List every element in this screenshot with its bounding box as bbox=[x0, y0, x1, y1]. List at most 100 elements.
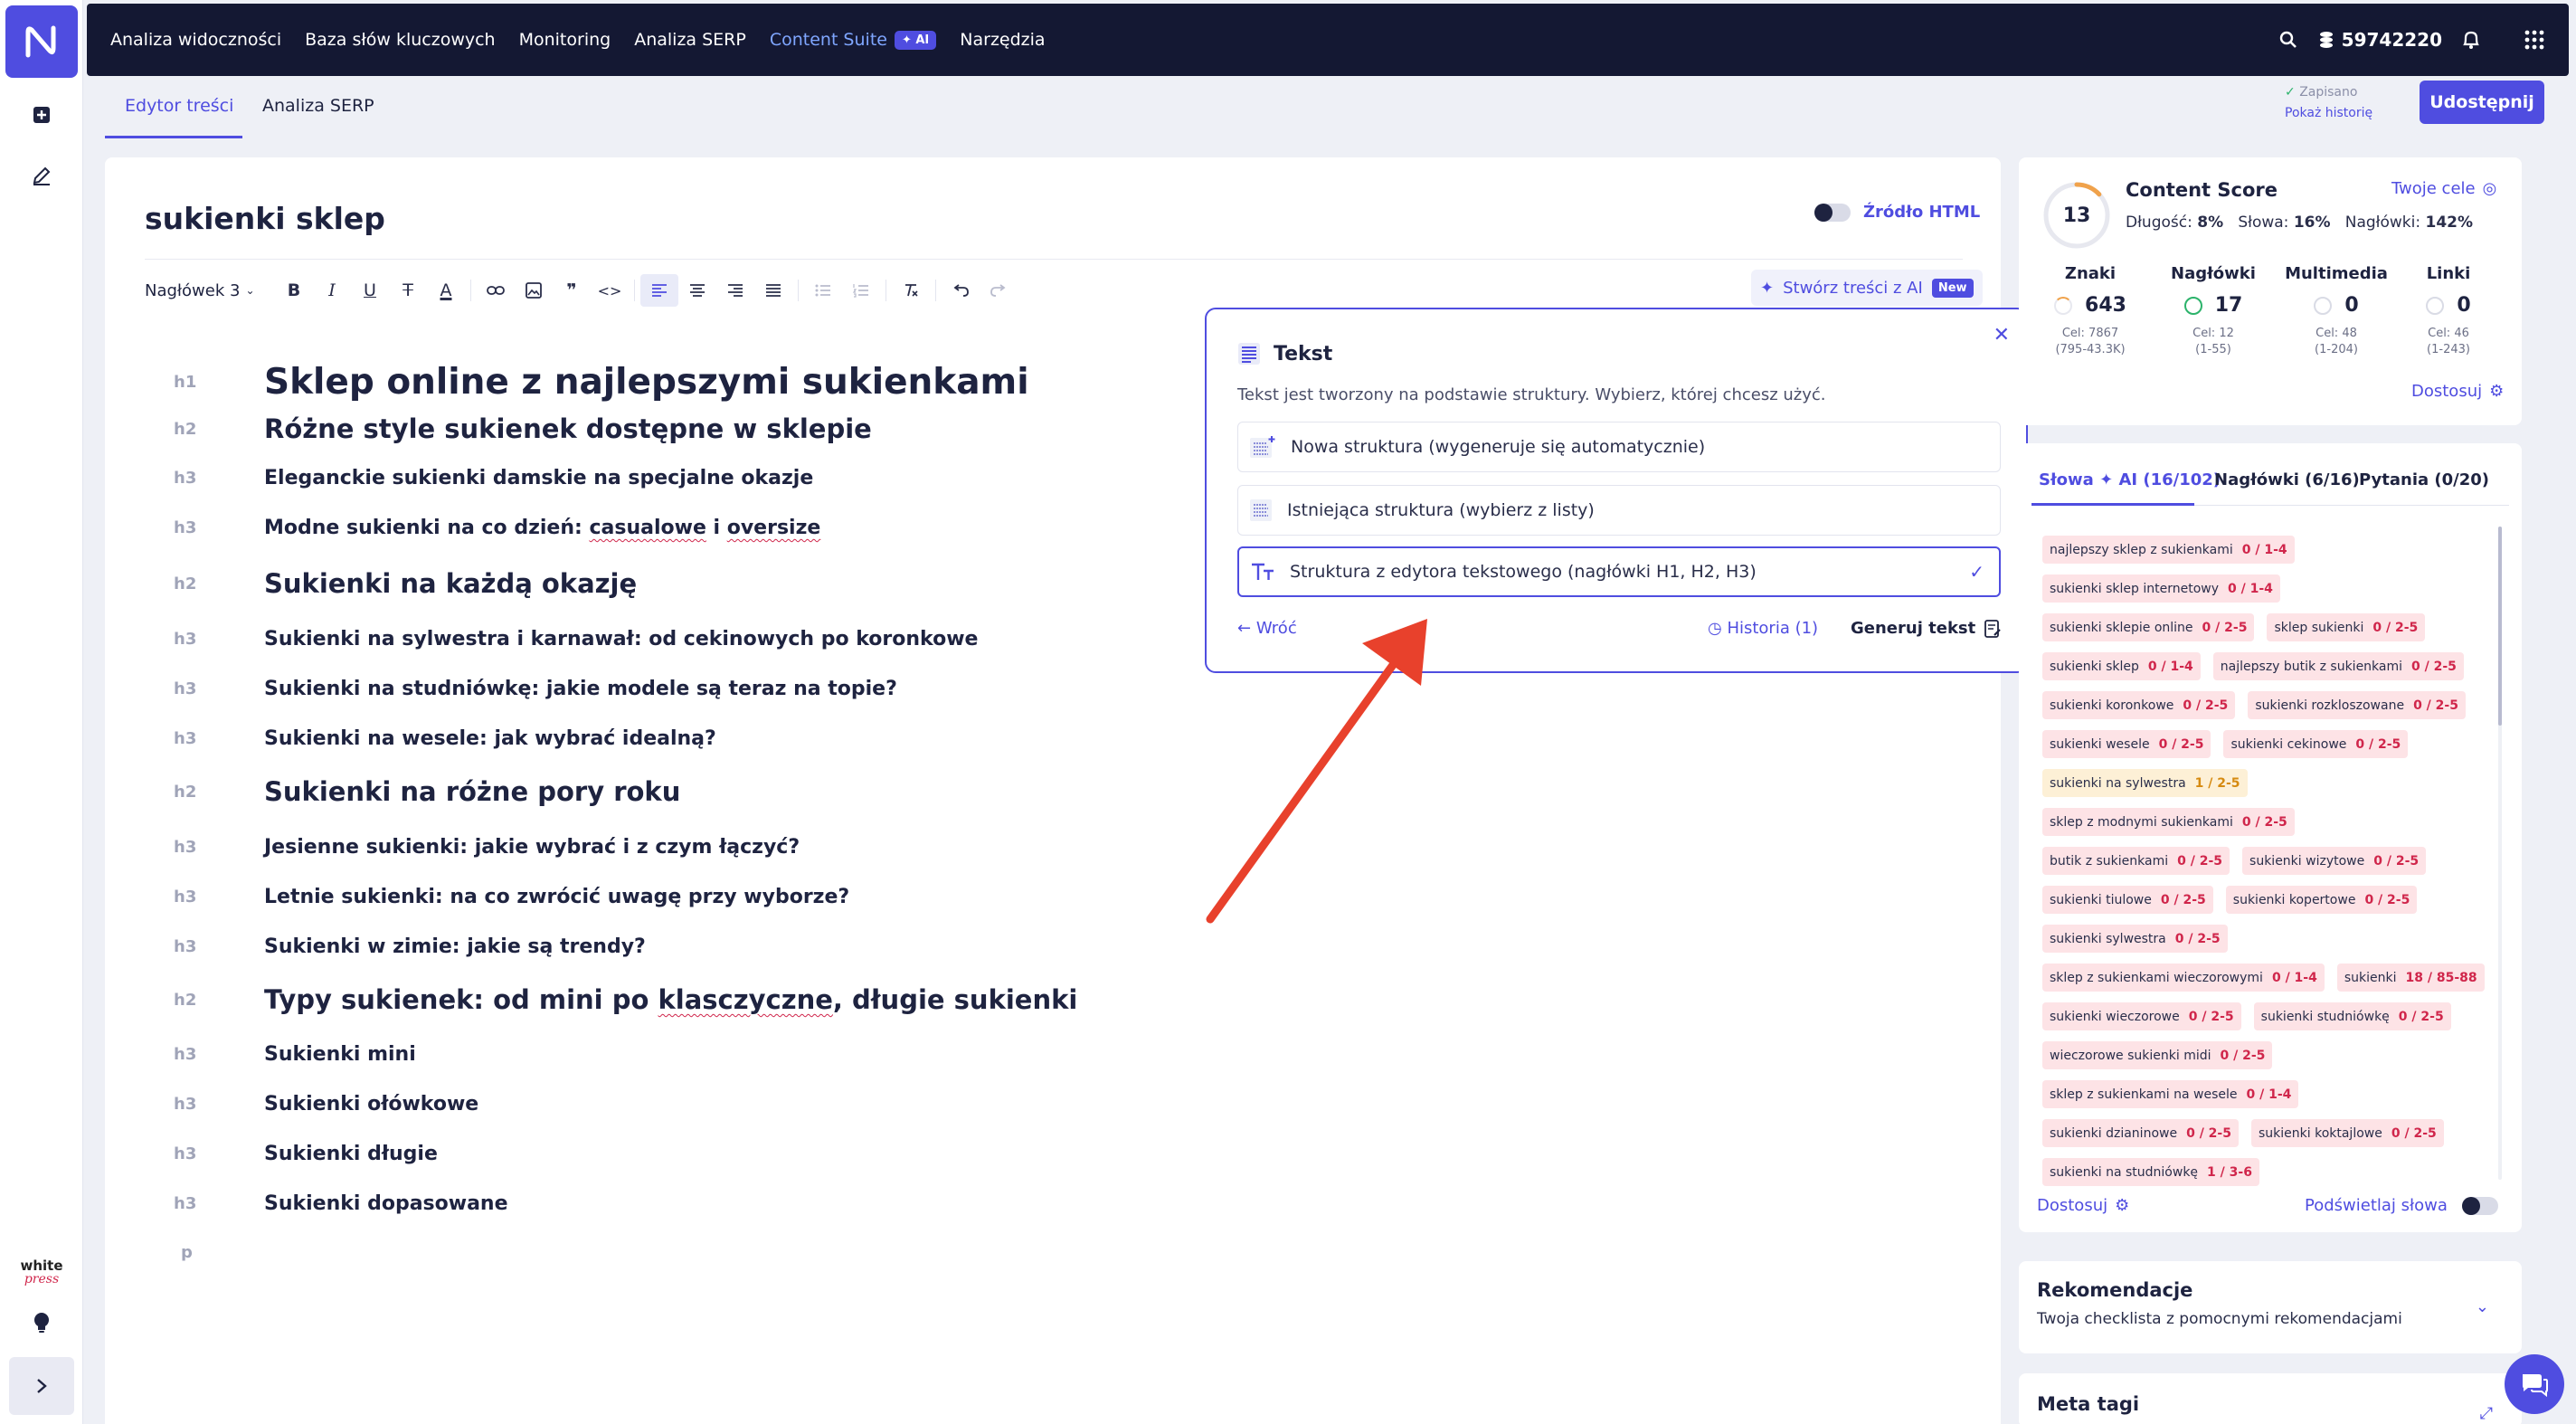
credits[interactable]: 59742220 bbox=[2318, 29, 2442, 51]
tab-words[interactable]: Słowa ✦ AI (16/102) bbox=[2039, 470, 2221, 489]
numbered-list-button[interactable] bbox=[842, 274, 880, 307]
heading-line[interactable]: h3 Letnie sukienki: na co zwrócić uwagę p… bbox=[174, 886, 849, 908]
align-center-button[interactable] bbox=[678, 274, 716, 307]
keyword-list-scrollbar[interactable] bbox=[2498, 527, 2502, 1180]
meta-tags-card[interactable]: Meta tagi ⤢ bbox=[2019, 1373, 2522, 1424]
keyword-chip[interactable]: sukienki sklep internetowy 0 / 1-4 bbox=[2042, 574, 2280, 603]
undo-button[interactable] bbox=[942, 274, 980, 307]
heading-line[interactable]: h3 Sukienki na sylwestra i karnawał: od c… bbox=[174, 628, 978, 650]
back-button[interactable]: ← Wróć bbox=[1237, 619, 1297, 638]
keyword-chip[interactable]: sklep z sukienkami na wesele 0 / 1-4 bbox=[2042, 1080, 2299, 1108]
keyword-chip[interactable]: sukienki sklep 0 / 1-4 bbox=[2042, 652, 2201, 680]
spelling-flag[interactable]: casualowe bbox=[589, 517, 706, 539]
customize-keywords-link[interactable]: Dostosuj ⚙ bbox=[2037, 1196, 2129, 1215]
customize-goals-link[interactable]: Dostosuj ⚙ bbox=[2411, 382, 2504, 401]
heading-line[interactable]: h3 Sukienki ołówkowe bbox=[174, 1093, 478, 1115]
highlight-words-toggle[interactable]: Podświetlaj słowa bbox=[2305, 1196, 2498, 1215]
expand-sidebar-button[interactable] bbox=[9, 1357, 74, 1415]
keyword-chip[interactable]: sukienki 18 / 85-88 bbox=[2336, 964, 2485, 992]
close-icon[interactable]: ✕ bbox=[1994, 324, 2010, 347]
bell-icon[interactable] bbox=[2462, 30, 2480, 50]
tab-headings[interactable]: Nagłówki (6/16) bbox=[2214, 470, 2360, 489]
nav-content-suite[interactable]: Content Suite ✦ AI bbox=[770, 30, 937, 50]
nav-monitoring[interactable]: Monitoring bbox=[519, 30, 611, 50]
heading-line[interactable]: h3 Modne sukienki na co dzień: casualowe … bbox=[174, 517, 820, 539]
heading-line[interactable]: h3 Eleganckie sukienki damskie na specjal… bbox=[174, 467, 813, 489]
heading-line[interactable]: h3 Jesienne sukienki: jakie wybrać i z cz… bbox=[174, 836, 800, 859]
justify-button[interactable] bbox=[754, 274, 792, 307]
link-button[interactable] bbox=[477, 274, 515, 307]
option-existing-structure[interactable]: Istniejąca struktura (wybierz z listy) bbox=[1237, 485, 2001, 536]
text-color-button[interactable]: A bbox=[427, 274, 465, 307]
keyword-chip[interactable]: najlepszy butik z sukienkami 0 / 2-5 bbox=[2212, 652, 2464, 680]
apps-grid-icon[interactable] bbox=[2524, 29, 2545, 51]
heading-line[interactable]: h2 Sukienki na każdą okazję bbox=[174, 568, 637, 599]
keyword-chip[interactable]: sukienki wieczorowe 0 / 2-5 bbox=[2042, 1002, 2241, 1030]
recommendations-card[interactable]: Rekomendacje Twoja checklista z pomocnym… bbox=[2019, 1261, 2522, 1353]
keyword-chip[interactable]: najlepszy sklep z sukienkami 0 / 1-4 bbox=[2042, 536, 2295, 564]
keyword-chip[interactable]: sukienki cekinowe 0 / 2-5 bbox=[2223, 730, 2409, 758]
toggle-switch[interactable] bbox=[1814, 203, 1851, 222]
keyword-chip[interactable]: sklep z sukienkami wieczorowymi 0 / 1-4 bbox=[2042, 964, 2325, 992]
chevron-down-icon[interactable]: ⌄ bbox=[2476, 1297, 2489, 1316]
keyword-chip[interactable]: sukienki studniówkę 0 / 2-5 bbox=[2253, 1002, 2451, 1030]
keyword-chip[interactable]: sukienki kopertowe 0 / 2-5 bbox=[2225, 886, 2418, 914]
tab-serp-analysis[interactable]: Analiza SERP bbox=[262, 96, 374, 116]
toggle-switch[interactable] bbox=[2461, 1196, 2498, 1215]
keyword-chip[interactable]: sklep z modnymi sukienkami 0 / 2-5 bbox=[2042, 808, 2295, 836]
keyword-chip[interactable]: sukienki na sylwestra 1 / 2-5 bbox=[2042, 769, 2248, 797]
heading-line[interactable]: h3 Sukienki na wesele: jak wybrać idealną… bbox=[174, 727, 716, 750]
heading-line[interactable]: h1 Sklep online z najlepszymi sukienkami bbox=[174, 362, 1029, 403]
tab-questions[interactable]: Pytania (0/20) bbox=[2359, 470, 2489, 489]
nav-visibility-analysis[interactable]: Analiza widoczności bbox=[110, 30, 281, 50]
history-button[interactable]: ◷ Historia (1) bbox=[1708, 619, 1818, 638]
share-button[interactable]: Udostępnij bbox=[2420, 81, 2544, 124]
keyword-chip[interactable]: sukienki sklepie online 0 / 2-5 bbox=[2042, 613, 2255, 641]
keyword-chip[interactable]: sukienki wesele 0 / 2-5 bbox=[2042, 730, 2211, 758]
your-goals-link[interactable]: Twoje cele ◎ bbox=[2391, 179, 2496, 198]
heading-line[interactable]: h3 Sukienki w zimie: jakie są trendy? bbox=[174, 935, 646, 958]
align-right-button[interactable] bbox=[716, 274, 754, 307]
keyword-chip[interactable]: sklep sukienki 0 / 2-5 bbox=[2267, 613, 2426, 641]
heading-line[interactable]: h3 Sukienki na studniówkę: jakie modele s… bbox=[174, 678, 897, 700]
bold-button[interactable]: B bbox=[275, 274, 313, 307]
paragraph-line[interactable]: p bbox=[174, 1243, 264, 1262]
keyword-chip[interactable]: sukienki koronkowe 0 / 2-5 bbox=[2042, 691, 2236, 719]
heading-line[interactable]: h2 Sukienki na różne pory roku bbox=[174, 776, 680, 807]
keyword-chip[interactable]: butik z sukienkami 0 / 2-5 bbox=[2042, 847, 2230, 875]
show-history-link[interactable]: Pokaż historię bbox=[2285, 106, 2372, 120]
clear-format-button[interactable] bbox=[892, 274, 930, 307]
bullet-list-button[interactable] bbox=[804, 274, 842, 307]
heading-line[interactable]: h3 Sukienki mini bbox=[174, 1043, 416, 1066]
strikethrough-button[interactable]: T bbox=[389, 274, 427, 307]
generate-text-button[interactable]: Generuj tekst bbox=[1851, 619, 2002, 638]
nav-tools[interactable]: Narzędzia bbox=[960, 30, 1045, 50]
add-document-button[interactable] bbox=[24, 97, 60, 133]
spelling-flag[interactable]: oversize bbox=[727, 517, 821, 539]
quote-button[interactable]: ❞ bbox=[553, 274, 591, 307]
heading-line[interactable]: h3 Sukienki dopasowane bbox=[174, 1192, 508, 1215]
keyword-chip[interactable]: sukienki na studniówkę 1 / 3-6 bbox=[2042, 1158, 2259, 1186]
italic-button[interactable]: I bbox=[313, 274, 351, 307]
document-title[interactable]: sukienki sklep bbox=[145, 201, 385, 236]
underline-button[interactable]: U bbox=[351, 274, 389, 307]
tab-content-editor[interactable]: Edytor treści bbox=[125, 96, 233, 116]
code-button[interactable]: <> bbox=[591, 274, 629, 307]
keyword-chip[interactable]: sukienki koktajlowe 0 / 2-5 bbox=[2250, 1119, 2444, 1147]
tips-button[interactable] bbox=[24, 1305, 60, 1341]
keyword-chip[interactable]: sukienki dzianinowe 0 / 2-5 bbox=[2042, 1119, 2239, 1147]
keyword-chip[interactable]: sukienki sylwestra 0 / 2-5 bbox=[2042, 925, 2228, 953]
search-icon[interactable] bbox=[2278, 30, 2298, 50]
create-with-ai-button[interactable]: ✦ Stwórz treści z AI New bbox=[1751, 270, 1983, 306]
option-editor-structure[interactable]: Struktura z edytora tekstowego (nagłówki… bbox=[1237, 546, 2001, 597]
keyword-chip[interactable]: sukienki tiulowe 0 / 2-5 bbox=[2042, 886, 2213, 914]
heading-line[interactable]: h2 Typy sukienek: od mini po klasczyczne,… bbox=[174, 984, 1077, 1015]
option-new-structure[interactable]: Nowa struktura (wygeneruje się automatyc… bbox=[1237, 422, 2001, 472]
redo-button[interactable] bbox=[980, 274, 1018, 307]
heading-level-select[interactable]: Nagłówek 3 ⌄ bbox=[145, 281, 255, 300]
html-source-toggle[interactable]: Źródło HTML bbox=[1814, 203, 1980, 222]
keyword-chip[interactable]: wieczorowe sukienki midi 0 / 2-5 bbox=[2042, 1041, 2273, 1069]
chat-support-button[interactable] bbox=[2505, 1354, 2564, 1414]
image-button[interactable] bbox=[515, 274, 553, 307]
edit-button[interactable] bbox=[24, 157, 60, 194]
